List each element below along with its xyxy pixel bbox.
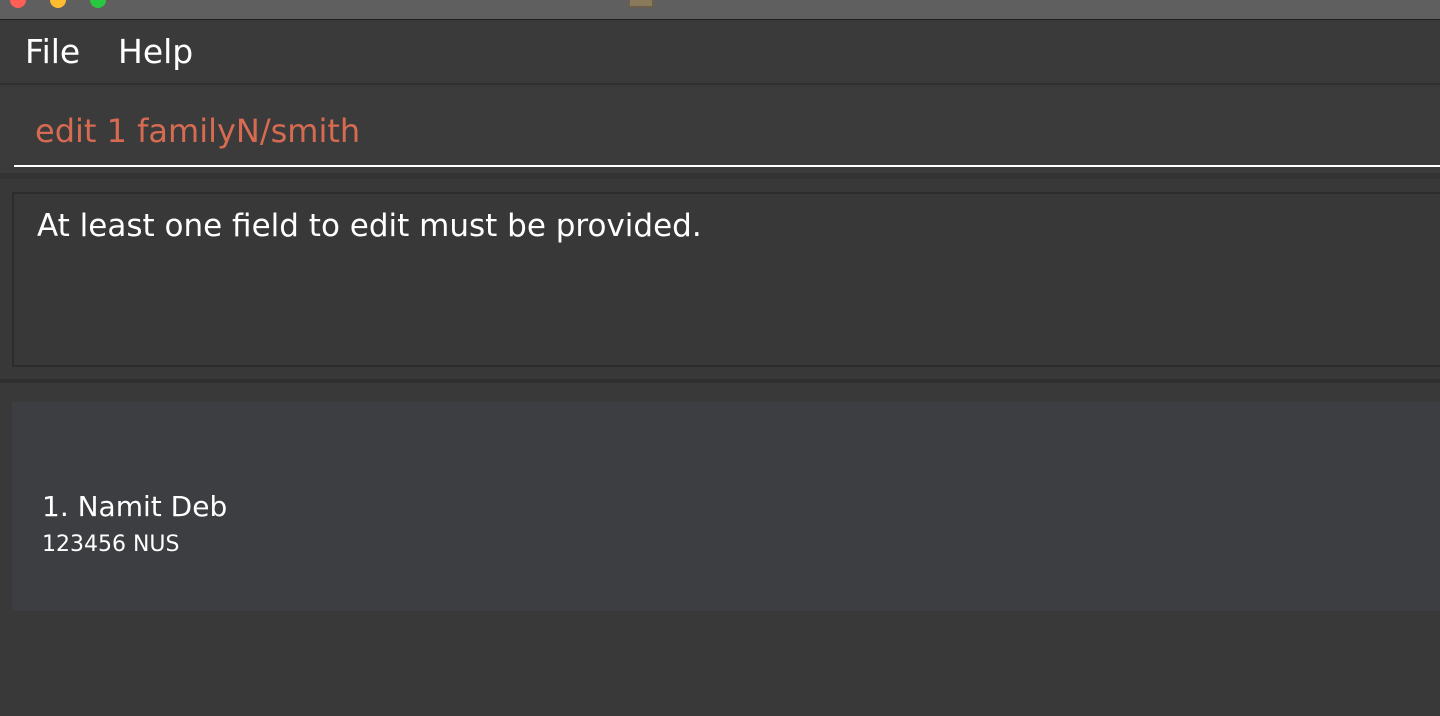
window-titlebar xyxy=(0,0,1440,20)
person-name: 1. Namit Deb xyxy=(42,490,228,523)
person-card[interactable]: 1. Namit Deb 123456 NUS xyxy=(12,402,1440,611)
person-list-panel: 1. Namit Deb 123456 NUS xyxy=(0,383,1440,716)
app-icon xyxy=(628,0,654,8)
menu-bar: File Help xyxy=(0,21,1440,85)
menu-help[interactable]: Help xyxy=(118,21,193,83)
menu-file[interactable]: File xyxy=(25,21,80,83)
result-display-pane: At least one field to edit must be provi… xyxy=(0,179,1440,383)
zoom-icon[interactable] xyxy=(90,0,106,8)
minimize-icon[interactable] xyxy=(50,0,66,8)
result-message: At least one field to edit must be provi… xyxy=(37,208,702,244)
command-box-pane xyxy=(0,87,1440,179)
close-icon[interactable] xyxy=(10,0,26,8)
command-input[interactable] xyxy=(14,87,1440,167)
person-details: 123456 NUS xyxy=(42,532,180,557)
result-display[interactable]: At least one field to edit must be provi… xyxy=(12,192,1440,367)
